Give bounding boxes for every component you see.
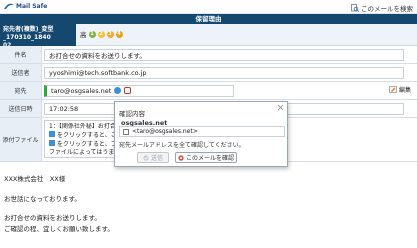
app-logo: Mail Safe	[4, 3, 47, 10]
subject-bar: 宛先者(複数)_変型_170310_1840 02 高 1 2 3 4	[0, 24, 417, 49]
logo-icon	[4, 3, 14, 9]
send-icon	[143, 154, 149, 161]
flag-icon[interactable]	[124, 87, 132, 94]
edit-recipient-button[interactable]: 編集	[389, 85, 411, 94]
priority-circle: 1	[88, 30, 96, 38]
confirm-popup: 確認内容 osgsales.net <taro@osgsales.net> 宛先…	[114, 101, 288, 167]
body-line: お打合せの資料をお送りします。	[4, 214, 101, 222]
priority-circle: 4	[115, 30, 123, 38]
edit-icon	[389, 86, 397, 93]
popup-email-entry[interactable]: <taro@osgsales.net>	[119, 126, 285, 137]
subject-value: お打合せの資料をお送りします。	[44, 48, 404, 61]
page-title: 保留理由	[195, 15, 222, 23]
body-line: ご確認の程、宜しくお願い致します。	[4, 224, 114, 233]
confirm-mail-button[interactable]: このメールを確認	[175, 152, 237, 163]
title-bar: 保留理由	[0, 14, 417, 24]
attachments-label: 添付ファイル	[0, 118, 42, 161]
email-checkbox[interactable]	[123, 128, 129, 135]
popup-warning: 宛先メールアドレスを全て確認してください。	[119, 142, 245, 149]
close-icon[interactable]	[277, 104, 284, 111]
info-icon[interactable]	[114, 87, 122, 94]
recipient-label: 宛先	[0, 82, 42, 99]
search-doc-icon	[351, 4, 359, 12]
subject-tag: 宛先者(複数)_変型_170310_1840 02	[0, 24, 76, 49]
doc-icon	[49, 140, 55, 146]
sender-row: 送信者 yyoshimi@tech.softbank.co.jp	[0, 64, 417, 82]
recipient-row: 宛先 taro@osgsales.net 編集	[0, 82, 417, 100]
mail-body: XXX株式会社 XX様 お世話になっております。 お打合せの資料をお送りします。…	[4, 174, 114, 234]
sent-date-label: 送信日時	[0, 100, 42, 117]
search-mail-link[interactable]: このメールを検索	[351, 3, 413, 13]
doc-icon	[49, 131, 55, 137]
sender-label: 送信者	[0, 64, 42, 81]
cancel-icon	[178, 154, 184, 161]
body-line: お世話になっております。	[4, 194, 81, 203]
app-header: Mail Safe このメールを検索	[0, 0, 417, 14]
confirm-mail-label: このメールを確認	[185, 155, 234, 162]
search-mail-label: このメールを検索	[361, 5, 413, 13]
body-line: XXX株式会社 XX様	[4, 175, 66, 183]
subject-label: 件名	[0, 46, 42, 63]
subject-tag-line1: 宛先者(複数)_変型_170310_1840	[3, 26, 54, 41]
subject-row: 件名 お打合せの資料をお送りします。	[0, 46, 417, 64]
popup-title: 確認内容	[119, 110, 145, 118]
app-name: Mail Safe	[16, 3, 48, 10]
popup-email: <taro@osgsales.net>	[132, 128, 198, 135]
send-button[interactable]: 送信	[137, 152, 169, 163]
priority-circle: 2	[97, 30, 105, 38]
priority-label: 高	[80, 31, 87, 39]
sender-value: yyoshimi@tech.softbank.co.jp	[44, 66, 404, 79]
priority-circle: 3	[106, 30, 114, 38]
send-label: 送信	[150, 155, 163, 162]
edit-label: 編集	[398, 87, 411, 94]
recipient-email: taro@osgsales.net	[51, 86, 112, 95]
recipient-value-box[interactable]: taro@osgsales.net	[44, 84, 234, 97]
priority-indicator: 高 1 2 3 4	[80, 29, 123, 39]
